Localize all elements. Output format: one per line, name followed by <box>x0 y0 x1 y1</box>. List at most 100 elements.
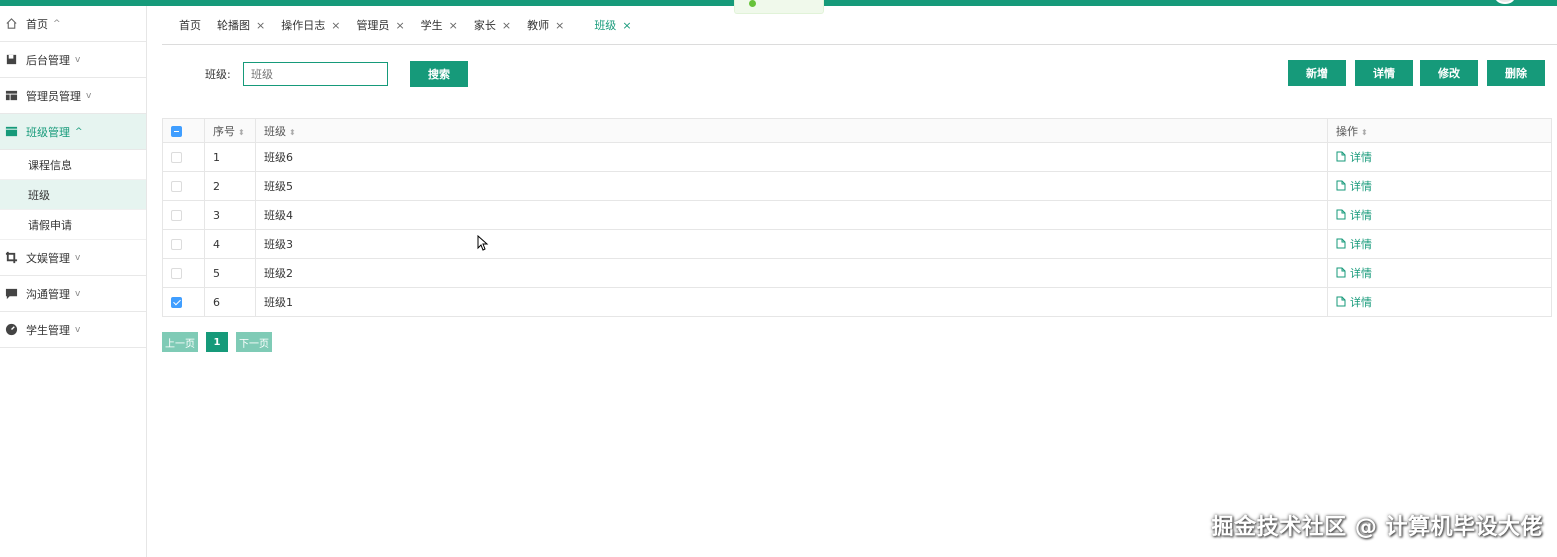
edit-button[interactable]: 修改 <box>1420 60 1478 86</box>
sort-icon[interactable]: ⬍ <box>1361 128 1368 137</box>
tab-label: 班级 <box>594 19 617 32</box>
row-action-cell: 详情 <box>1327 142 1552 172</box>
tab-teacher[interactable]: 教师 × <box>519 6 572 45</box>
sidebar-item-home[interactable]: 首页 ^ <box>0 6 146 42</box>
table-row[interactable]: 5 班级2 详情 <box>162 258 1552 288</box>
close-icon[interactable]: × <box>449 19 458 32</box>
delete-button[interactable]: 删除 <box>1487 60 1545 86</box>
chevron-down-icon: v <box>75 54 81 65</box>
detail-button[interactable]: 详情 <box>1355 60 1413 86</box>
sort-icon[interactable]: ⬍ <box>238 128 245 137</box>
sidebar-item-label: 沟通管理 <box>26 287 70 301</box>
watermark: 掘金技术社区 @ 计算机毕设大佬 <box>1211 515 1543 540</box>
sidebar-subitem-leave[interactable]: 请假申请 <box>0 210 146 240</box>
row-checkbox[interactable] <box>171 152 182 163</box>
tab-parent[interactable]: 家长 × <box>466 6 519 45</box>
header-index[interactable]: 序号 ⬍ <box>204 118 256 143</box>
row-index: 6 <box>204 287 256 317</box>
sidebar-item-label: 后台管理 <box>26 53 70 67</box>
row-index: 2 <box>204 171 256 201</box>
add-button[interactable]: 新增 <box>1288 60 1346 86</box>
sidebar-item-backend[interactable]: 后台管理 v <box>0 42 146 78</box>
sidebar-item-label: 管理员管理 <box>26 89 81 103</box>
row-detail-link[interactable]: 详情 <box>1336 294 1372 310</box>
tab-bar: 首页 轮播图 × 操作日志 × 管理员 × 学生 × 家长 × 教师 × 班级 × <box>162 6 1557 45</box>
row-detail-label: 详情 <box>1350 266 1372 280</box>
tab-student[interactable]: 学生 × <box>413 6 466 45</box>
document-icon <box>1336 209 1346 220</box>
row-checkbox[interactable] <box>171 210 182 221</box>
chat-icon <box>5 287 18 300</box>
crop-icon <box>5 251 18 264</box>
header-label: 序号 <box>213 124 235 138</box>
prev-page-button[interactable]: 上一页 <box>162 332 198 352</box>
sidebar-item-label: 首页 <box>26 17 48 31</box>
row-class-name: 班级3 <box>255 229 1328 259</box>
row-checkbox-cell <box>162 229 205 259</box>
row-index: 5 <box>204 258 256 288</box>
table-row[interactable]: 2 班级5 详情 <box>162 171 1552 201</box>
close-icon[interactable]: × <box>256 19 265 32</box>
sidebar-item-student[interactable]: 学生管理 v <box>0 312 146 348</box>
sidebar-item-admin[interactable]: 管理员管理 v <box>0 78 146 114</box>
row-checkbox[interactable] <box>171 268 182 279</box>
table-row[interactable]: 3 班级4 详情 <box>162 200 1552 230</box>
document-icon <box>1336 180 1346 191</box>
close-icon[interactable]: × <box>395 19 404 32</box>
sidebar-item-entertainment[interactable]: 文娱管理 v <box>0 240 146 276</box>
row-checkbox[interactable] <box>171 181 182 192</box>
header-class[interactable]: 班级 ⬍ <box>255 118 1328 143</box>
tab-class[interactable]: 班级 × <box>572 6 639 45</box>
close-icon[interactable]: × <box>502 19 511 32</box>
tab-label: 操作日志 <box>281 19 326 32</box>
tab-carousel[interactable]: 轮播图 × <box>209 6 273 45</box>
chevron-down-icon: v <box>75 324 81 335</box>
row-detail-link[interactable]: 详情 <box>1336 265 1372 281</box>
row-action-cell: 详情 <box>1327 171 1552 201</box>
row-checkbox-cell <box>162 258 205 288</box>
row-checkbox-cell <box>162 200 205 230</box>
row-detail-link[interactable]: 详情 <box>1336 178 1372 194</box>
class-search-input[interactable] <box>243 62 388 86</box>
save-icon <box>5 53 18 66</box>
row-checkbox-cell <box>162 142 205 172</box>
table-row[interactable]: 4 班级3 详情 <box>162 229 1552 259</box>
row-action-cell: 详情 <box>1327 287 1552 317</box>
row-detail-link[interactable]: 详情 <box>1336 236 1372 252</box>
header-label: 班级 <box>264 124 286 138</box>
tab-label: 轮播图 <box>217 19 250 32</box>
sidebar-subitem-class[interactable]: 班级 <box>0 180 146 210</box>
row-checkbox-cell <box>162 171 205 201</box>
row-index: 3 <box>204 200 256 230</box>
table-row[interactable]: 1 班级6 详情 <box>162 142 1552 172</box>
header-action[interactable]: 操作 ⬍ <box>1327 118 1552 143</box>
tab-home[interactable]: 首页 <box>162 6 209 45</box>
layout-icon <box>5 89 18 102</box>
search-button[interactable]: 搜索 <box>410 61 468 87</box>
close-icon[interactable]: × <box>622 19 631 32</box>
close-icon[interactable]: × <box>331 19 340 32</box>
chevron-up-icon: ^ <box>53 18 61 29</box>
row-detail-label: 详情 <box>1350 179 1372 193</box>
row-detail-link[interactable]: 详情 <box>1336 207 1372 223</box>
tab-admin[interactable]: 管理员 × <box>348 6 412 45</box>
tab-label: 首页 <box>179 19 201 32</box>
sidebar-item-label: 学生管理 <box>26 323 70 337</box>
close-icon[interactable]: × <box>555 19 564 32</box>
next-page-button[interactable]: 下一页 <box>236 332 272 352</box>
tab-label: 管理员 <box>356 19 390 32</box>
page-number-button[interactable]: 1 <box>206 332 228 352</box>
sidebar-item-class[interactable]: 班级管理 ^ <box>0 114 146 150</box>
row-checkbox[interactable] <box>171 297 182 308</box>
tab-operation-log[interactable]: 操作日志 × <box>273 6 348 45</box>
tab-label: 学生 <box>420 19 443 32</box>
table-row[interactable]: 6 班级1 详情 <box>162 287 1552 317</box>
select-all-checkbox[interactable] <box>171 125 182 137</box>
sidebar-item-communication[interactable]: 沟通管理 v <box>0 276 146 312</box>
sidebar-subitem-course[interactable]: 课程信息 <box>0 150 146 180</box>
row-checkbox[interactable] <box>171 239 182 250</box>
row-detail-label: 详情 <box>1350 208 1372 222</box>
sort-icon[interactable]: ⬍ <box>289 128 296 137</box>
chevron-down-icon: v <box>75 288 81 299</box>
row-detail-link[interactable]: 详情 <box>1336 149 1372 165</box>
